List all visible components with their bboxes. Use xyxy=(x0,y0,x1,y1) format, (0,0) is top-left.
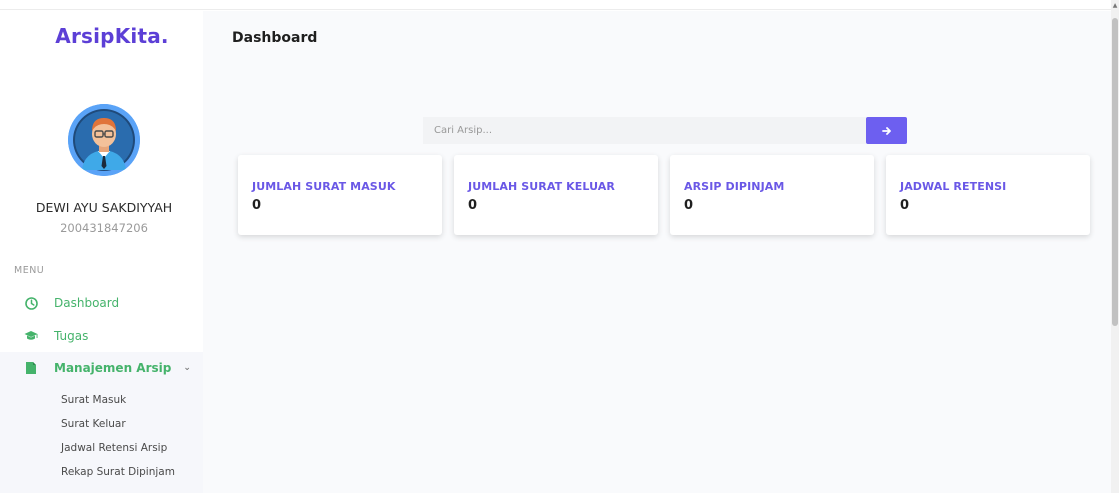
card-value: 0 xyxy=(684,198,694,213)
submenu-item-jadwal-retensi-arsip[interactable]: Jadwal Retensi Arsip xyxy=(61,442,167,454)
card-value: 0 xyxy=(468,198,478,213)
search-input[interactable] xyxy=(423,117,866,144)
scrollbar-thumb[interactable] xyxy=(1112,18,1118,326)
user-name: DEWI AYU SAKDIYYAH xyxy=(35,200,173,215)
card-title: JUMLAH SURAT KELUAR xyxy=(468,180,615,193)
graduation-cap-icon xyxy=(24,329,38,343)
menu-heading: MENU xyxy=(14,265,45,276)
sidebar-item-manajemen-arsip[interactable]: Manajemen Arsip ⌄ xyxy=(0,352,203,384)
sidebar-item-label: Manajemen Arsip xyxy=(54,361,172,375)
search-submit-button[interactable] xyxy=(866,117,907,144)
sidebar-item-tugas[interactable]: Tugas xyxy=(0,320,203,352)
submenu-item-rekap-surat-dipinjam[interactable]: Rekap Surat Dipinjam xyxy=(61,466,175,478)
card-title: JUMLAH SURAT MASUK xyxy=(252,180,396,193)
stat-card-arsip-dipinjam[interactable]: ARSIP DIPINJAM 0 xyxy=(670,155,874,235)
sidebar-item-label: Dashboard xyxy=(54,296,120,310)
brand-logo[interactable]: ArsipKita. xyxy=(0,24,224,48)
arrow-right-icon xyxy=(881,126,891,135)
stat-card-jadwal-retensi[interactable]: JADWAL RETENSI 0 xyxy=(886,155,1090,235)
scroll-up-icon[interactable]: ▲ xyxy=(1111,0,1119,12)
submenu-manajemen-arsip: Surat Masuk Surat Keluar Jadwal Retensi … xyxy=(0,383,203,493)
stat-card-surat-masuk[interactable]: JUMLAH SURAT MASUK 0 xyxy=(238,155,442,235)
stat-card-surat-keluar[interactable]: JUMLAH SURAT KELUAR 0 xyxy=(454,155,658,235)
sidebar-item-label: Tugas xyxy=(54,329,89,343)
dashboard-icon xyxy=(24,296,38,310)
user-avatar-icon xyxy=(68,104,140,176)
page-title: Dashboard xyxy=(232,30,318,46)
submenu-item-surat-masuk[interactable]: Surat Masuk xyxy=(61,394,126,406)
submenu-item-surat-keluar[interactable]: Surat Keluar xyxy=(61,418,126,430)
card-value: 0 xyxy=(252,198,262,213)
top-bar xyxy=(0,0,1111,10)
sidebar-item-dashboard[interactable]: Dashboard xyxy=(0,287,203,319)
user-id: 200431847206 xyxy=(60,221,148,235)
card-value: 0 xyxy=(900,198,910,213)
card-title: ARSIP DIPINJAM xyxy=(684,180,785,193)
chevron-down-icon[interactable]: ⌄ xyxy=(183,363,191,373)
card-title: JADWAL RETENSI xyxy=(900,180,1007,193)
file-icon xyxy=(24,361,38,375)
avatar[interactable] xyxy=(68,104,140,176)
main-content: Dashboard JUMLAH SURAT MASUK 0 JUMLAH SU… xyxy=(203,11,1111,493)
